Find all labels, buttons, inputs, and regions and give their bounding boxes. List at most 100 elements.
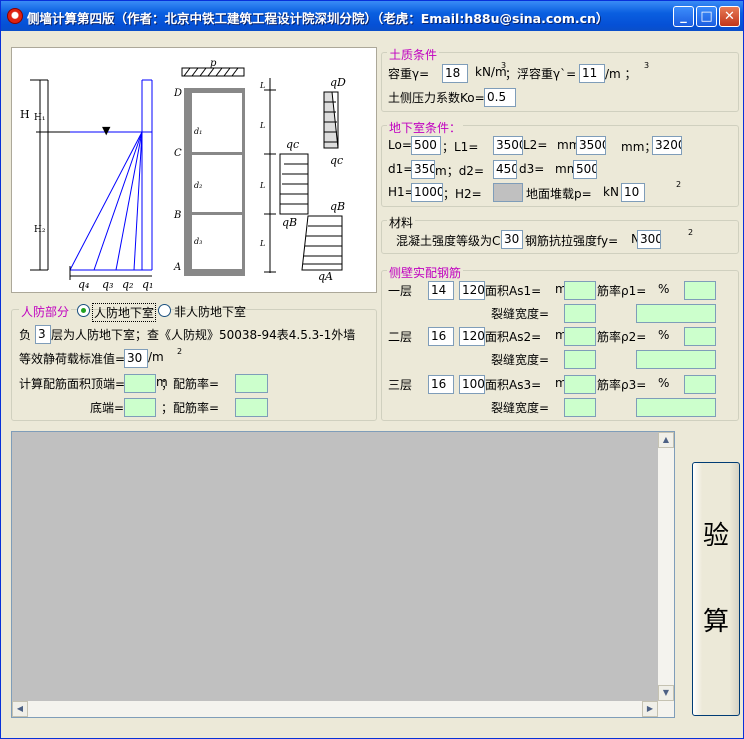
h-dim-label: H — [20, 108, 30, 121]
diagram-panel: H H₁ H₂ ▼ q₄ q₃ q₂ q₁ p D C B A d₁ d₂ d₃… — [11, 47, 377, 293]
floor1-area-label: 面积As1= — [485, 284, 542, 298]
floor-d-label: D — [173, 88, 182, 99]
maximize-icon: □ — [700, 9, 713, 24]
calculate-button[interactable]: 验 算 — [692, 462, 740, 716]
wall-diagram: H H₁ H₂ ▼ q₄ q₃ q₂ q₁ p D C B A d₁ d₂ d₃… — [20, 58, 346, 291]
floor3-spacing-input[interactable]: 100 — [459, 375, 485, 394]
floor2-ratio-output — [684, 327, 716, 346]
l0-label: L — [259, 81, 265, 90]
concrete-grade-input[interactable]: 30 — [501, 230, 523, 249]
main-window: 侧墙计算第四版（作者：北京中铁工建筑工程设计院深圳分院）（老虎：Email:h8… — [0, 0, 744, 739]
steel-strength-sup: 2 — [688, 228, 694, 237]
top-rebar-area-output — [124, 374, 156, 393]
qb-left-label: qB — [282, 216, 297, 229]
floor1-diameter-input[interactable]: 14 — [428, 281, 454, 300]
h2-input[interactable] — [493, 183, 523, 202]
l3-input[interactable]: 3200 — [652, 136, 682, 155]
h2-label: ；H2= — [443, 187, 482, 201]
floor1-area-output — [564, 281, 596, 300]
civil-defense-radio[interactable] — [77, 304, 90, 317]
close-icon: ✕ — [724, 9, 735, 24]
k0-input[interactable]: 0.5 — [484, 88, 516, 107]
floor1-crack-output — [564, 304, 596, 323]
floor3-diameter-input[interactable]: 16 — [428, 375, 454, 394]
civil-defense-legend: 人防部分 — [19, 303, 72, 320]
l1-label: ；L1= — [442, 140, 479, 154]
floor3-crack-check-output — [636, 398, 716, 417]
floor3-ratio-unit: % — [658, 376, 670, 390]
surcharge-input[interactable]: 10 — [621, 183, 645, 202]
qc-right-label: qc — [330, 154, 343, 167]
l2-label: L — [259, 181, 265, 190]
buoyant-weight-input[interactable]: 11 — [579, 64, 605, 83]
floor2-ratio-label: 筋率ρ2= — [597, 330, 647, 344]
top-rebar-area-label: 计算配筋面积顶端= — [19, 377, 126, 391]
k0-label: 土侧压力系数Ko= — [388, 91, 485, 105]
h1-dim-label: H₁ — [34, 113, 45, 123]
floor1-spacing-input[interactable]: 120 — [459, 281, 485, 300]
result-output-area[interactable]: ▲ ▼ ◀ ▶ — [11, 431, 675, 718]
floor3-ratio-label: 筋率ρ3= — [597, 378, 647, 392]
equivalent-load-label: 等效静荷载标准值= — [19, 352, 126, 366]
h1-input[interactable]: 1000 — [411, 183, 443, 202]
negative-level-input[interactable]: 3 — [35, 325, 51, 344]
steel-strength-label: 钢筋抗拉强度fy= — [525, 234, 619, 248]
equivalent-load-input[interactable]: 30 — [124, 349, 148, 368]
p-load-label: p — [210, 58, 217, 69]
bottom-rebar-area-output — [124, 398, 156, 417]
equivalent-load-sup: 2 — [177, 347, 183, 356]
scroll-down-icon[interactable]: ▼ — [658, 685, 674, 701]
bottom-rebar-ratio-label: ；配筋率= — [161, 401, 220, 415]
lo-label: Lo= — [388, 138, 412, 152]
top-rebar-ratio-label: ；配筋率= — [161, 377, 220, 391]
qb-right-label: qB — [330, 200, 345, 213]
app-icon — [7, 8, 23, 24]
floor-a-label: A — [173, 262, 181, 273]
bottom-rebar-area-label: 底端= — [90, 401, 125, 415]
floor1-crack-check-output — [636, 304, 716, 323]
floor2-spacing-input[interactable]: 120 — [459, 327, 485, 346]
lo-input[interactable]: 500 — [411, 136, 441, 155]
unit-weight-input[interactable]: 18 — [442, 64, 468, 83]
non-civil-defense-radio-label[interactable]: 非人防地下室 — [174, 303, 246, 320]
non-civil-defense-radio[interactable] — [158, 304, 171, 317]
d1-input[interactable]: 350 — [411, 160, 435, 179]
civil-defense-radio-label[interactable]: 人防地下室 — [92, 303, 157, 322]
water-level-icon: ▼ — [102, 124, 111, 137]
negative-level-label: 负 — [19, 328, 32, 342]
scroll-up-icon[interactable]: ▲ — [658, 432, 674, 448]
floor2-ratio-unit: % — [658, 328, 670, 342]
d3-label: d3= — [519, 162, 545, 176]
l1-input[interactable]: 3500 — [493, 136, 523, 155]
material-legend: 材料 — [387, 214, 416, 231]
floor2-diameter-input[interactable]: 16 — [428, 327, 454, 346]
close-button[interactable]: ✕ — [719, 6, 740, 27]
floor1-crack-label: 裂缝宽度= — [491, 307, 550, 321]
horizontal-scrollbar[interactable]: ◀ ▶ — [12, 701, 658, 717]
concrete-grade-label: 混凝土强度等级为C — [396, 234, 501, 248]
d2-input[interactable]: 450 — [493, 160, 517, 179]
buoyant-weight-sup: 3 — [644, 61, 650, 70]
soil-legend: 土质条件 — [387, 46, 440, 63]
basement-legend: 地下室条件： — [387, 119, 464, 136]
vertical-scrollbar[interactable]: ▲ ▼ — [658, 432, 674, 717]
q3-label: q₃ — [102, 278, 113, 291]
minimize-button[interactable]: _ — [673, 6, 694, 27]
floor-c-label: C — [174, 148, 182, 159]
scroll-left-icon[interactable]: ◀ — [12, 701, 28, 717]
title-bar: 侧墙计算第四版（作者：北京中铁工建筑工程设计院深圳分院）（老虎：Email:h8… — [1, 1, 743, 31]
steel-strength-input[interactable]: 300 — [637, 230, 661, 249]
civil-defense-spec-text: 层为人防地下室；查《人防规》50038-94表4.5.3-1外墙 — [51, 328, 356, 342]
surcharge-sup: 2 — [676, 180, 682, 189]
floor3-crack-label: 裂缝宽度= — [491, 401, 550, 415]
qd-top-label: qD — [330, 76, 346, 89]
q4-label: q₄ — [78, 278, 89, 291]
maximize-button[interactable]: □ — [696, 6, 717, 27]
minimize-icon: _ — [680, 9, 687, 24]
floor3-crack-output — [564, 398, 596, 417]
l2-input[interactable]: 3500 — [576, 136, 606, 155]
q2-label: q₂ — [122, 278, 133, 291]
floor2-label: 二层 — [388, 330, 413, 344]
d3-input[interactable]: 500 — [573, 160, 597, 179]
scroll-right-icon[interactable]: ▶ — [642, 701, 658, 717]
